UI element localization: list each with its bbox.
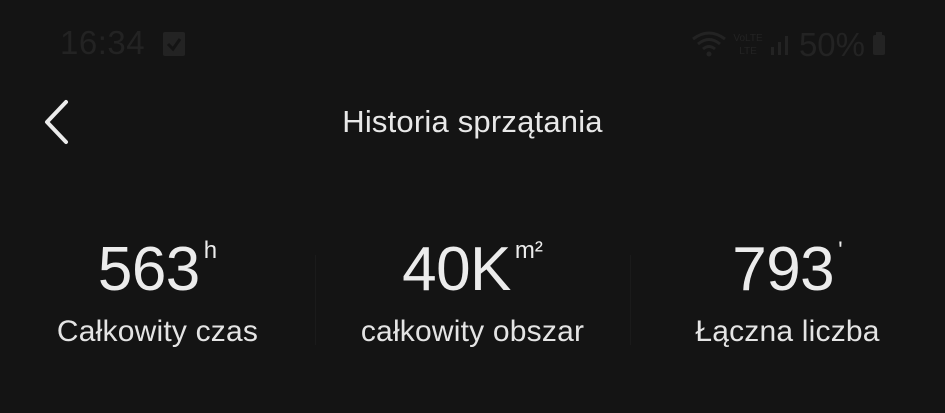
page-title: Historia sprzątania [342, 104, 603, 139]
stat-label: całkowity obszar [360, 315, 585, 348]
signal-icon [769, 29, 793, 62]
checkbox-icon [161, 30, 187, 58]
stat-value: 40K [402, 235, 511, 304]
stat-label: Całkowity czas [56, 315, 259, 348]
stat-value: 793 [732, 235, 835, 304]
status-indicators: VoLTE LTE 50% [691, 26, 887, 64]
volte-icon: VoLTE LTE [733, 29, 763, 62]
stat-total-count: 793 ' Łączna liczba [630, 225, 945, 375]
stats-summary: 563 h Całkowity czas 40K m² całkowity ob… [0, 225, 945, 375]
svg-text:LTE: LTE [739, 46, 757, 57]
battery-icon [871, 29, 887, 62]
wifi-icon [691, 29, 727, 62]
stat-label: Łączna liczba [695, 315, 880, 348]
volte-label: VoLTE [733, 33, 763, 44]
stat-total-area: 40K m² całkowity obszar [315, 225, 630, 375]
battery-percentage: 50% [798, 26, 865, 63]
stat-value: 563 [97, 235, 200, 304]
status-time: 16:34 [60, 24, 146, 61]
stat-total-time: 563 h Całkowity czas [0, 225, 315, 375]
stat-unit: h [203, 237, 218, 264]
stat-unit: m² [514, 237, 543, 264]
status-bar: 16:34 VoLTE LTE 50% [0, 0, 945, 90]
header: Historia sprzątania [0, 90, 945, 160]
stat-unit: ' [838, 237, 843, 264]
